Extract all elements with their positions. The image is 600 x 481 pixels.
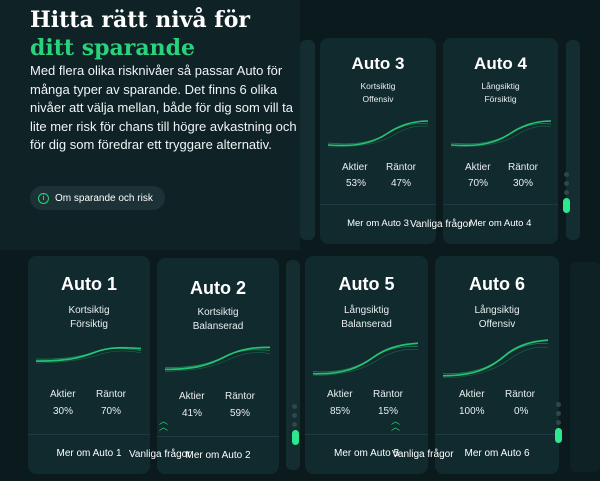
card-subtitle: Kortsiktig Försiktig bbox=[28, 304, 150, 332]
bonds-value: 47% bbox=[391, 178, 412, 189]
bonds-label: Räntor bbox=[508, 162, 539, 173]
wave-graphic bbox=[165, 346, 270, 372]
bonds-label: Räntor bbox=[386, 162, 417, 173]
wave-graphic bbox=[451, 120, 551, 148]
card-title: Auto 5 bbox=[338, 274, 395, 294]
wave-graphic bbox=[328, 120, 428, 148]
chevron-up-icon: ︿ ︿ bbox=[159, 416, 169, 432]
stocks-value: 85% bbox=[330, 406, 351, 417]
card-subtitle: Kortsiktig Offensiv bbox=[320, 80, 436, 106]
bonds-value: 0% bbox=[514, 406, 529, 417]
scroll-handle[interactable] bbox=[555, 428, 562, 443]
bonds-label: Räntor bbox=[225, 391, 256, 402]
card-horizon: Långsiktig bbox=[474, 305, 520, 316]
card-title: Auto 6 bbox=[469, 274, 525, 294]
card-risk-level: Försiktig bbox=[484, 94, 517, 104]
stocks-label: Aktier bbox=[342, 162, 368, 173]
stocks-label: Aktier bbox=[465, 162, 491, 173]
card-auto-4: Auto 4 Långsiktig Försiktig Aktier Ränto… bbox=[443, 38, 558, 244]
scroll-dots bbox=[556, 402, 562, 429]
card-risk-level: Offensiv bbox=[362, 94, 394, 104]
info-icon: i bbox=[38, 192, 49, 204]
stocks-label: Aktier bbox=[327, 389, 353, 400]
card-auto-6: Auto 6 Långsiktig Offensiv Aktier Räntor… bbox=[435, 256, 559, 474]
card-subtitle: Långsiktig Försiktig bbox=[443, 80, 558, 106]
bonds-label: Räntor bbox=[96, 389, 127, 400]
card-divider bbox=[305, 434, 428, 435]
card-risk-level: Balanserad bbox=[341, 319, 392, 330]
intro-panel: Hitta rätt nivå för ditt sparande Med fl… bbox=[0, 0, 300, 250]
stocks-label: Aktier bbox=[459, 389, 485, 400]
card-divider bbox=[28, 434, 150, 435]
chevron-up-icon: ︿ ︿ bbox=[391, 416, 401, 432]
stocks-label: Aktier bbox=[50, 389, 76, 400]
faq-link[interactable]: Vanliga frågor bbox=[410, 219, 472, 230]
stocks-value: 70% bbox=[468, 178, 489, 189]
stocks-value: 53% bbox=[346, 178, 367, 189]
scroll-handle[interactable] bbox=[292, 430, 299, 445]
stocks-label: Aktier bbox=[179, 391, 205, 402]
card-divider bbox=[443, 204, 558, 205]
card-edge-fragment bbox=[300, 40, 315, 240]
card-auto-5: Auto 5 Långsiktig Balanserad Aktier Ränt… bbox=[305, 256, 428, 474]
scroll-dots bbox=[292, 404, 298, 431]
card-title: Auto 3 bbox=[351, 54, 405, 73]
page-headline: Hitta rätt nivå för ditt sparande bbox=[30, 6, 250, 62]
bonds-value: 30% bbox=[513, 178, 534, 189]
wave-graphic bbox=[443, 339, 548, 379]
faq-link[interactable]: Vanliga frågor bbox=[392, 449, 454, 460]
wave-graphic bbox=[313, 342, 418, 377]
stocks-value: 100% bbox=[459, 406, 485, 417]
stocks-value: 41% bbox=[182, 408, 203, 419]
card-title: Auto 4 bbox=[474, 54, 527, 73]
savings-risk-button[interactable]: i Om sparande och risk bbox=[30, 186, 165, 210]
bonds-label: Räntor bbox=[373, 389, 404, 400]
card-divider bbox=[435, 434, 559, 435]
headline-line-1: Hitta rätt nivå för bbox=[30, 7, 250, 33]
card-risk-level: Offensiv bbox=[478, 319, 516, 330]
bonds-value: 59% bbox=[230, 408, 251, 419]
scroll-dots bbox=[564, 172, 570, 199]
bonds-value: 70% bbox=[101, 406, 122, 417]
card-horizon: Kortsiktig bbox=[68, 305, 110, 316]
savings-risk-button-label: Om sparande och risk bbox=[55, 192, 153, 204]
card-subtitle: Långsiktig Offensiv bbox=[435, 304, 559, 332]
bonds-label: Räntor bbox=[505, 389, 536, 400]
card-title: Auto 1 bbox=[61, 274, 117, 294]
card-horizon: Långsiktig bbox=[343, 305, 390, 316]
card-auto-2: Auto 2 Kortsiktig Balanserad Aktier Ränt… bbox=[157, 258, 279, 474]
card-subtitle: Långsiktig Balanserad bbox=[305, 304, 428, 332]
card-horizon: Kortsiktig bbox=[197, 307, 239, 318]
card-divider bbox=[157, 436, 279, 437]
card-horizon: Kortsiktig bbox=[360, 81, 396, 91]
card-auto-3: Auto 3 Kortsiktig Offensiv Aktier Räntor… bbox=[320, 38, 436, 244]
card-subtitle: Kortsiktig Balanserad bbox=[157, 306, 279, 334]
stocks-value: 30% bbox=[53, 406, 74, 417]
card-risk-level: Försiktig bbox=[70, 319, 108, 330]
wave-graphic bbox=[36, 346, 141, 364]
card-divider bbox=[320, 204, 436, 205]
card-title: Auto 2 bbox=[190, 278, 246, 298]
scroll-handle[interactable] bbox=[563, 198, 570, 213]
headline-line-2: ditt sparande bbox=[30, 35, 195, 61]
card-risk-level: Balanserad bbox=[192, 321, 244, 332]
intro-text: Med flera olika risknivåer så passar Aut… bbox=[30, 63, 297, 152]
faq-link[interactable]: Vanliga frågor bbox=[129, 449, 191, 460]
card-horizon: Långsiktig bbox=[481, 81, 520, 91]
card-edge-fragment bbox=[570, 262, 600, 472]
card-auto-1: Auto 1 Kortsiktig Försiktig Aktier Ränto… bbox=[28, 256, 150, 474]
